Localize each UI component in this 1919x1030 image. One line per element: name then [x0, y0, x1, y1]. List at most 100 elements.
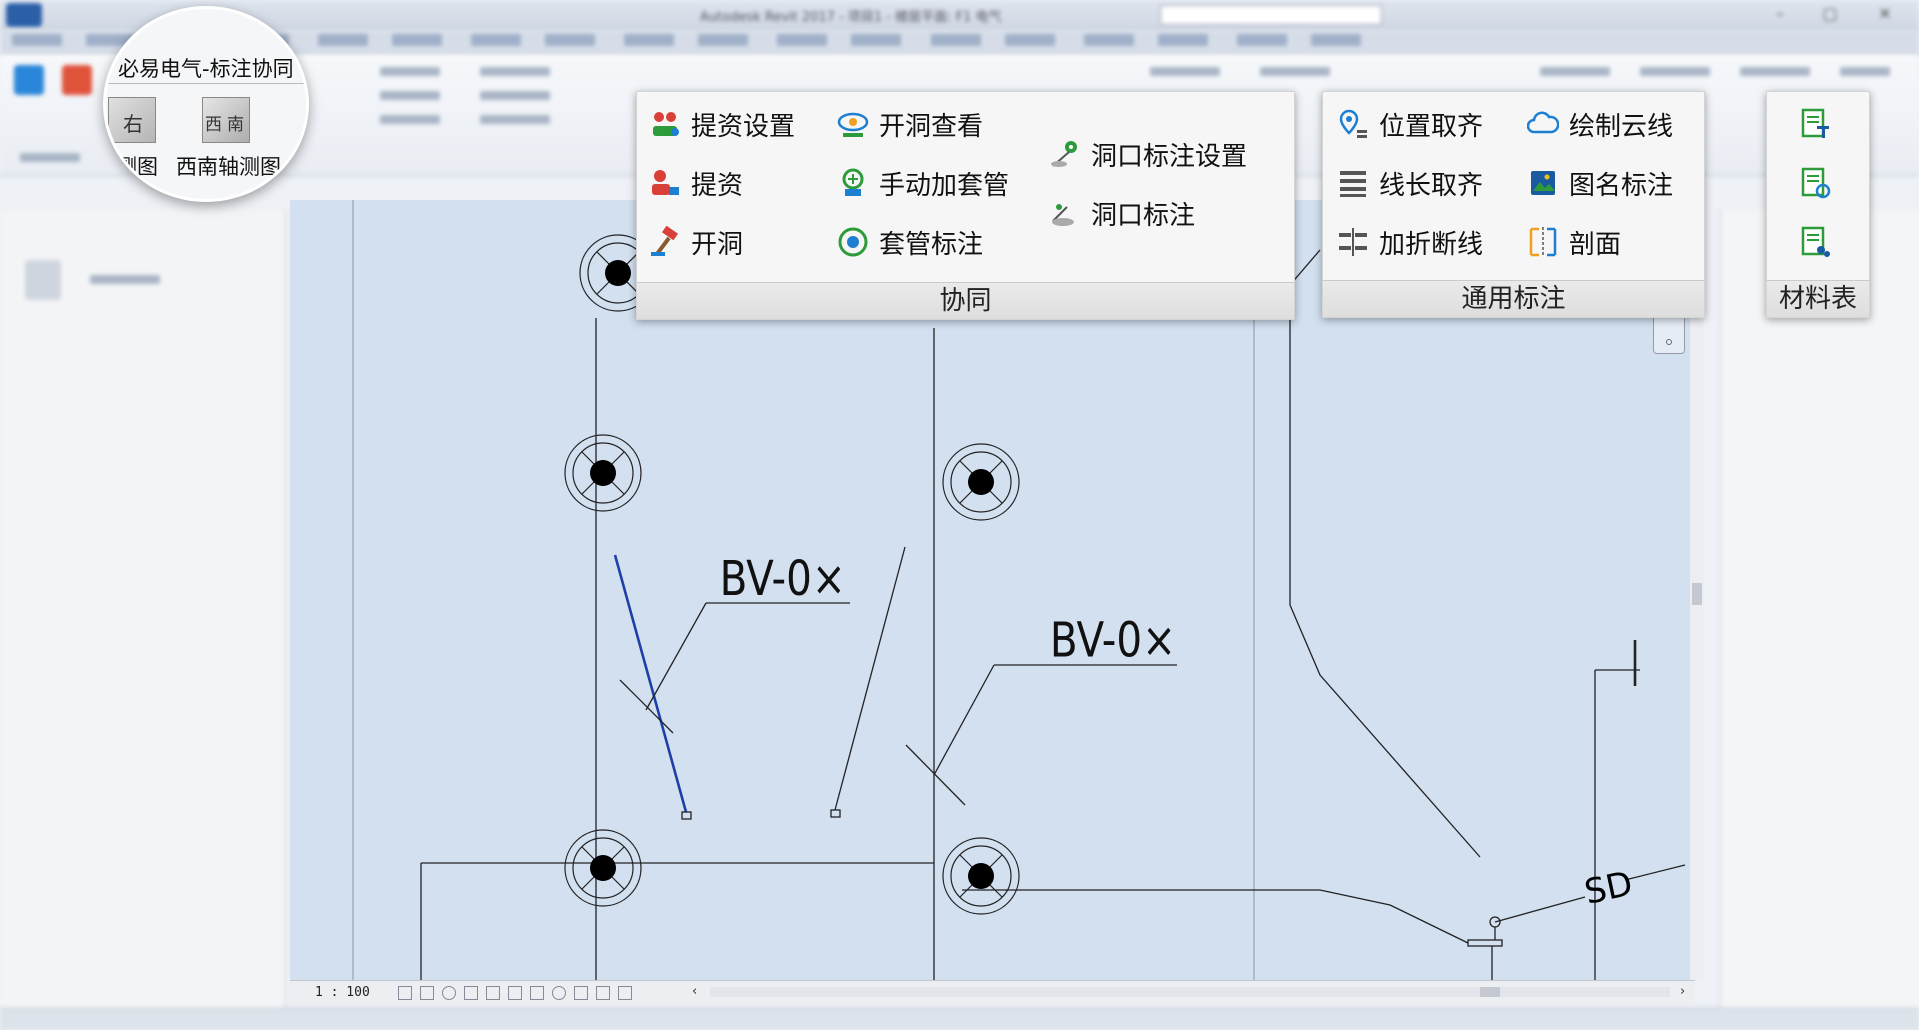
axonometric-view-label[interactable]: 测图 — [116, 151, 158, 181]
southwest-axonometric-label[interactable]: 西南轴测图 — [176, 151, 281, 181]
sleeve-tag-button[interactable]: 套管标注 — [837, 224, 983, 260]
text-tool-icon[interactable] — [14, 65, 44, 95]
sun-path-icon[interactable] — [442, 986, 456, 1000]
ribbon-tab[interactable] — [1236, 34, 1287, 46]
section-icon — [1527, 226, 1559, 258]
close-icon[interactable]: ✕ — [1865, 4, 1905, 24]
tool-label: 提资 — [691, 170, 744, 201]
opening-tag-button[interactable]: 洞口标注 — [1049, 195, 1195, 231]
sd-tag: SD — [1581, 864, 1636, 913]
tool-label: 位置取齐 — [1379, 111, 1484, 142]
scroll-left-icon[interactable]: ‹ — [692, 984, 697, 999]
light-fixture[interactable] — [942, 837, 1020, 915]
shadows-icon[interactable] — [464, 986, 478, 1000]
opening-tag-settings-button[interactable]: 洞口标注设置 — [1049, 136, 1247, 172]
light-fixture[interactable] — [942, 443, 1020, 521]
ribbon-tab[interactable] — [698, 34, 749, 46]
hammer-icon — [649, 225, 681, 258]
ribbon-tab[interactable] — [1004, 34, 1055, 46]
ribbon-tab[interactable] — [1157, 34, 1208, 46]
render-icon[interactable] — [486, 986, 500, 1000]
material-table-export-icon — [1799, 226, 1831, 258]
scroll-right-icon[interactable]: › — [1680, 984, 1685, 999]
horizontal-scrollbar[interactable] — [710, 987, 1670, 997]
open-hole-button[interactable]: 开洞 — [649, 224, 743, 260]
line-length-align-button[interactable]: 线长取齐 — [1337, 165, 1483, 201]
material-table-settings-button[interactable] — [1799, 165, 1841, 201]
material-table-insert-button[interactable] — [1799, 106, 1841, 142]
section-button[interactable]: 剖面 — [1527, 224, 1621, 260]
location-align-button[interactable]: 位置取齐 — [1337, 106, 1483, 142]
detail-level-icon[interactable] — [398, 986, 412, 1000]
manual-sleeve-button[interactable]: 手动加套管 — [837, 165, 1009, 201]
location-align-icon — [1337, 108, 1369, 140]
light-fixture[interactable] — [564, 434, 642, 512]
material-table-export-button[interactable] — [1799, 224, 1841, 260]
opening-tag-settings-icon — [1049, 138, 1081, 170]
panel-title: 通用标注 — [1323, 280, 1704, 317]
material-table-panel: 材料表 — [1766, 91, 1870, 318]
scroll-thumb[interactable] — [1692, 583, 1702, 605]
ribbon-tab[interactable] — [12, 34, 62, 46]
constraints-icon[interactable] — [618, 986, 632, 1000]
crop-view-icon[interactable] — [508, 986, 522, 1000]
magnifier-callout: 必易电气-标注协同 右 西 南 测图 西南轴测图 — [103, 6, 309, 202]
restore-icon[interactable]: ▢ — [1810, 4, 1850, 24]
ribbon-tab[interactable] — [930, 34, 981, 46]
revision-cloud-button[interactable]: 绘制云线 — [1526, 106, 1674, 142]
reveal-hidden-icon[interactable] — [574, 986, 588, 1000]
material-table-insert-icon — [1799, 108, 1831, 140]
tool-icon[interactable] — [62, 65, 92, 95]
view-control-bar: 1 : 100 ‹ › — [290, 980, 1695, 1005]
collab-panel: 提资设置 提资 开洞 开洞查看 手动加套管 套管标注 洞口标注设置 洞口标注 协… — [636, 91, 1295, 320]
title-bar: Autodesk Revit 2017 - 项目1 - 楼层平面: F1 电气 … — [0, 0, 1919, 31]
cube-face-label: 西 — [205, 115, 222, 135]
search-input[interactable] — [1160, 5, 1382, 25]
visual-style-icon[interactable] — [420, 986, 434, 1000]
navigation-widget[interactable] — [1653, 312, 1685, 354]
tool-label: 套管标注 — [879, 229, 984, 260]
sleeve-add-icon — [837, 167, 869, 199]
tool-label: 绘制云线 — [1569, 111, 1674, 142]
line-length-align-icon — [1337, 167, 1369, 199]
temp-hide-icon[interactable] — [552, 986, 566, 1000]
ribbon-tab[interactable] — [851, 34, 902, 46]
view-scale[interactable]: 1 : 100 — [315, 985, 370, 1000]
view-openings-button[interactable]: 开洞查看 — [837, 106, 983, 142]
ribbon-tab[interactable] — [1083, 34, 1134, 46]
ribbon-tab[interactable] — [392, 34, 443, 46]
break-line-icon — [1337, 226, 1369, 258]
plugin-tab-title[interactable]: 必易电气-标注协同 — [118, 53, 294, 83]
show-crop-icon[interactable] — [530, 986, 544, 1000]
analytical-icon[interactable] — [596, 986, 610, 1000]
app-logo-icon[interactable] — [6, 3, 42, 27]
break-line-button[interactable]: 加折断线 — [1337, 224, 1483, 260]
minimize-icon[interactable]: – — [1760, 4, 1800, 24]
wire-label-1: BV-0× — [720, 550, 846, 606]
divider — [106, 83, 306, 84]
tool-label: 线长取齐 — [1379, 170, 1484, 201]
tool-label: 剖面 — [1569, 229, 1622, 260]
tool-label: 手动加套管 — [879, 170, 1010, 201]
southwest-axonometric-cube-icon[interactable]: 西 南 — [202, 97, 250, 143]
scroll-thumb[interactable] — [1480, 987, 1500, 997]
cube-face-label: 右 — [123, 112, 143, 136]
ribbon-tab[interactable] — [545, 34, 596, 46]
revision-cloud-icon — [1526, 108, 1560, 140]
panel-title: 材料表 — [1767, 280, 1869, 317]
ribbon-tab[interactable] — [471, 34, 522, 46]
view-title-button[interactable]: 图名标注 — [1527, 165, 1673, 201]
opening-tag-icon — [1049, 197, 1081, 229]
light-fixture[interactable] — [564, 829, 642, 907]
tizi-button[interactable]: 提资 — [649, 165, 743, 201]
ribbon-tab[interactable] — [1310, 34, 1361, 46]
material-table-settings-icon — [1799, 167, 1831, 199]
sleeve-tag-icon — [837, 226, 869, 258]
ribbon-tab[interactable] — [318, 34, 369, 46]
tool-label: 洞口标注设置 — [1091, 141, 1248, 172]
ribbon-tab[interactable] — [624, 34, 675, 46]
status-bar — [0, 1008, 1919, 1030]
right-view-cube-icon[interactable]: 右 — [108, 97, 156, 143]
ribbon-tab[interactable] — [777, 34, 828, 46]
tiziyi-settings-button[interactable]: 提资设置 — [649, 106, 795, 142]
